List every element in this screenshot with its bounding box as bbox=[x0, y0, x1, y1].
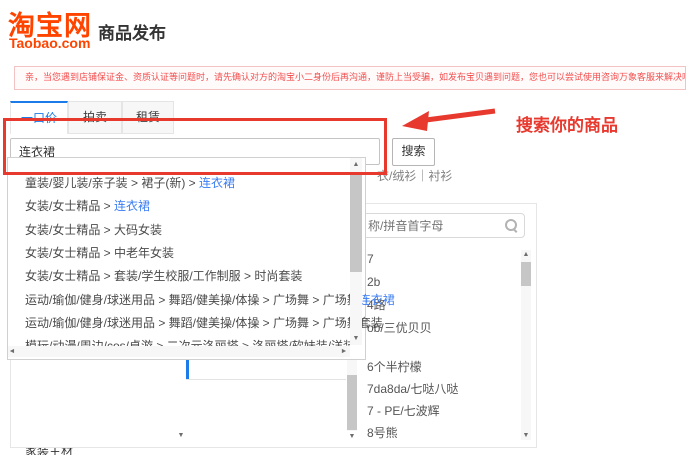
suggestion-path: 童装/婴儿装/亲子装 > 裙子(新) > bbox=[25, 176, 199, 190]
suggestion-item[interactable]: 女装/女士精品 > 大码女装 bbox=[25, 220, 162, 240]
suggestion-item[interactable]: 童装/婴儿装/亲子装 > 裙子(新) > 连衣裙 bbox=[25, 173, 235, 193]
scrollbar-up-arrow[interactable]: ▲ bbox=[520, 250, 532, 260]
selected-category-indicator bbox=[186, 357, 189, 380]
selected-category-underline bbox=[186, 379, 346, 380]
brand-filter-input[interactable] bbox=[357, 213, 525, 238]
suggestion-highlight: 连衣裙 bbox=[114, 199, 150, 213]
brand-item[interactable]: 2b bbox=[367, 272, 380, 292]
brand-item[interactable]: 7 bbox=[367, 249, 374, 269]
brand-item[interactable]: 7da8da/七哒八哒 bbox=[367, 379, 458, 399]
dropdown-hscrollbar-track[interactable] bbox=[8, 346, 350, 357]
search-button[interactable]: 搜索 bbox=[392, 138, 435, 166]
suggestion-item[interactable]: 女装/女士精品 > 套装/学生校服/工作制服 > 时尚套装 bbox=[25, 266, 302, 286]
dropdown-scrollbar-thumb[interactable] bbox=[350, 172, 362, 272]
page-title: 商品发布 bbox=[98, 19, 166, 44]
tab-lease[interactable]: 租赁 bbox=[122, 101, 174, 134]
suggestion-path: 模玩/动漫/周边/cos/桌游 > 二次元洛丽塔 > 洛丽塔/软妹装/洋装 bbox=[25, 339, 355, 346]
taobao-product-publish-page: 淘宝网 Taobao.com 商品发布 亲，当您遇到店铺保证金、资质认证等问题时… bbox=[0, 0, 699, 455]
suggestion-path: 女装/女士精品 > bbox=[25, 199, 114, 213]
suggestion-highlight: 连衣裙 bbox=[199, 176, 235, 190]
scrollbar-down-arrow[interactable]: ▼ bbox=[350, 334, 362, 344]
recent-category-links[interactable]: 衣/绒衫｜衬衫 bbox=[377, 167, 452, 184]
brand-item[interactable]: 7 - PE/七波辉 bbox=[367, 401, 440, 421]
scrollbar-right-arrow[interactable]: ► bbox=[338, 347, 350, 357]
suggestion-item[interactable]: 运动/瑜伽/健身/球迷用品 > 舞蹈/健美操/体操 > 广场舞 > 广场舞连衣裙 bbox=[25, 290, 395, 310]
suggestion-path: 运动/瑜伽/健身/球迷用品 > 舞蹈/健美操/体操 > 广场舞 > 广场舞 bbox=[25, 293, 359, 307]
security-notice-bar: 亲，当您遇到店铺保证金、资质认证等问题时，请先确认对方的淘宝小二身份后再沟通，谨… bbox=[14, 66, 686, 90]
scrollbar-left-arrow[interactable]: ◄ bbox=[6, 347, 18, 357]
suggestion-path: 女装/女士精品 > 套装/学生校服/工作制服 > 时尚套装 bbox=[25, 269, 302, 283]
suggestion-item[interactable]: 模玩/动漫/周边/cos/桌游 > 二次元洛丽塔 > 洛丽塔/软妹装/洋装 bbox=[25, 336, 355, 346]
scrollbar-down-arrow[interactable]: ▼ bbox=[520, 431, 532, 441]
taobao-logo-domain[interactable]: Taobao.com bbox=[9, 35, 90, 51]
tab-fixed-price[interactable]: 一口价 bbox=[10, 101, 68, 134]
suggestion-item[interactable]: 运动/瑜伽/健身/球迷用品 > 舞蹈/健美操/体操 > 广场舞 > 广场舞套装 bbox=[25, 313, 383, 333]
suggestion-path: 女装/女士精品 > 中老年女装 bbox=[25, 246, 174, 260]
scrollbar-thumb[interactable] bbox=[521, 262, 531, 286]
suggestion-item[interactable]: 女装/女士精品 > 连衣裙 bbox=[25, 196, 150, 216]
scrollbar-thumb[interactable] bbox=[347, 375, 357, 430]
suggestion-item[interactable]: 女装/女士精品 > 中老年女装 bbox=[25, 243, 174, 263]
scrollbar-down-arrow[interactable]: ▼ bbox=[175, 431, 187, 441]
brand-item[interactable]: 6个半柠檬 bbox=[367, 357, 422, 377]
brand-item[interactable]: 8号熊 bbox=[367, 423, 398, 443]
scrollbar-down-arrow[interactable]: ▼ bbox=[346, 432, 358, 442]
suggestion-path: 女装/女士精品 > 大码女装 bbox=[25, 223, 162, 237]
annotation-label: 搜索你的商品 bbox=[516, 111, 618, 136]
scrollbar-up-arrow[interactable]: ▲ bbox=[350, 160, 362, 170]
suggestion-highlight: 连衣裙 bbox=[359, 293, 395, 307]
tab-auction[interactable]: 拍卖 bbox=[68, 101, 122, 134]
suggestion-path: 运动/瑜伽/健身/球迷用品 > 舞蹈/健美操/体操 > 广场舞 > 广场舞套装 bbox=[25, 316, 383, 330]
